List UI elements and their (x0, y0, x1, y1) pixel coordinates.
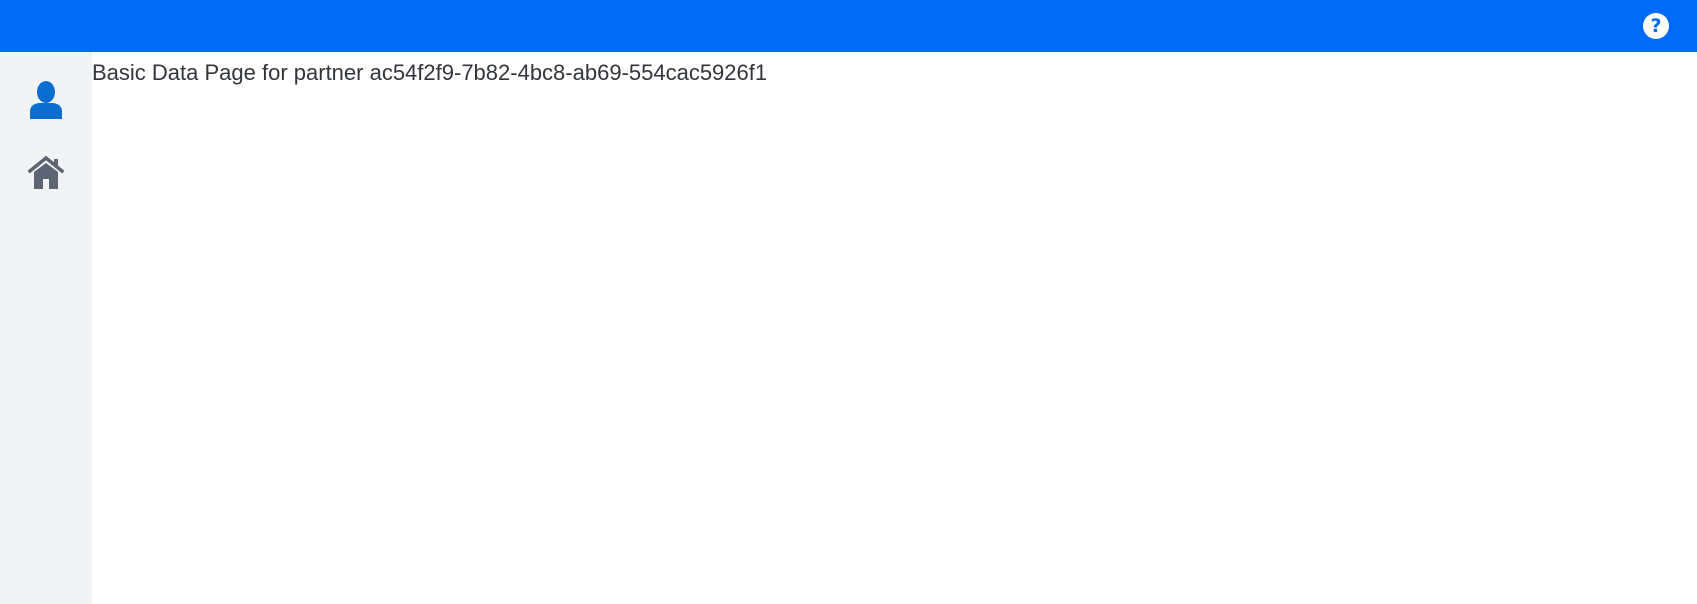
help-question-icon: ? (1650, 14, 1662, 37)
shell-header: ? (0, 0, 1697, 52)
nav-item-home[interactable] (0, 142, 92, 202)
home-icon (27, 155, 65, 189)
nav-item-person[interactable] (0, 70, 92, 130)
side-navigation (0, 52, 92, 604)
page-title: Basic Data Page for partner ac54f2f9-7b8… (92, 60, 768, 85)
main-content: Basic Data Page for partner ac54f2f9-7b8… (92, 52, 1697, 604)
person-icon (30, 81, 62, 119)
help-button[interactable]: ? (1643, 13, 1669, 39)
